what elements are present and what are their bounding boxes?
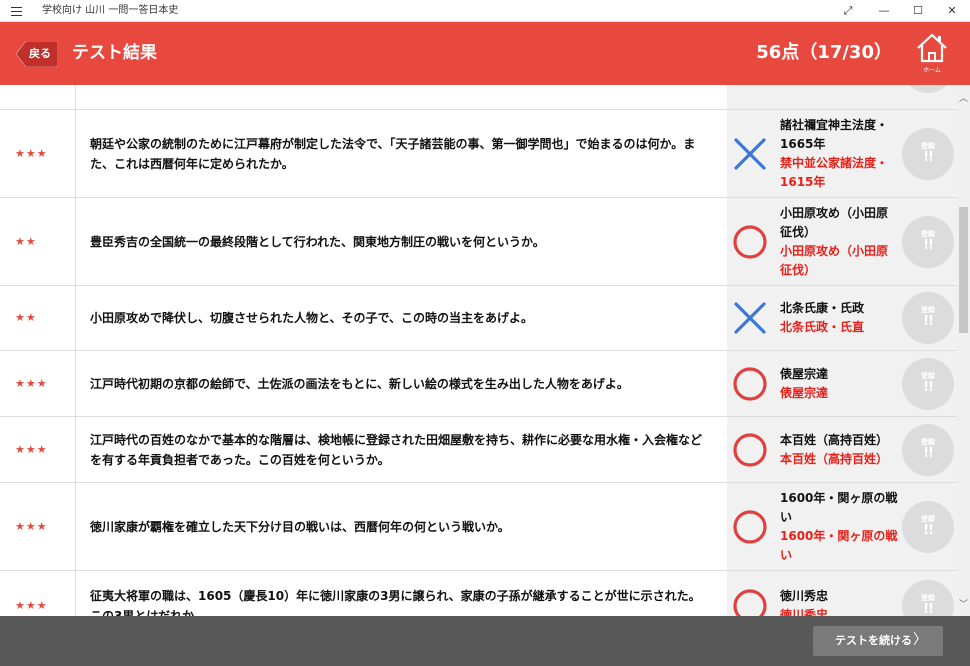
correct-answer: 小田原攻め（小田原征伐） xyxy=(780,243,889,277)
maximize-button[interactable]: ☐ xyxy=(900,0,936,22)
register-button[interactable]: 登録!! xyxy=(902,215,954,268)
difficulty-cell: ★★★ xyxy=(0,110,76,197)
register-button[interactable]: 登録!! xyxy=(902,127,954,180)
register-button[interactable]: 登録!! xyxy=(902,423,954,476)
user-answer: 1600年・関ヶ原の戦い xyxy=(780,490,898,524)
minimize-button[interactable]: — xyxy=(866,0,902,22)
user-answer: 諸社禰宜神主法度・1665年 xyxy=(780,117,889,151)
scrollbar[interactable]: ︿ ﹀ xyxy=(957,85,970,616)
exclamation-icon: !! xyxy=(923,601,934,616)
difficulty-stars: ★★★ xyxy=(15,376,48,390)
exclamation-icon: !! xyxy=(923,445,934,461)
difficulty-stars: ★★ xyxy=(15,234,37,248)
result-row: ★★★ 江戸時代の百姓のなかで基本的な階層は、検地帳に登録された田畑屋敷を持ち、耕… xyxy=(0,417,957,483)
hamburger-menu-icon[interactable] xyxy=(10,4,24,18)
chevron-right-icon: 〉 xyxy=(913,632,927,648)
question-text: 江戸時代初期の京都の絵師で、土佐派の画法をもとに、新しい絵の様式を生み出した人物… xyxy=(90,376,629,391)
difficulty-cell: ★★★ xyxy=(0,571,76,616)
exclamation-icon: !! xyxy=(923,379,934,395)
correct-mark-icon xyxy=(732,366,768,402)
home-button-label: ホーム xyxy=(923,67,941,74)
difficulty-stars: ★★ xyxy=(15,311,37,324)
back-button-label: 戻る xyxy=(29,47,51,60)
difficulty-cell: ★★★ xyxy=(0,417,76,482)
correct-answer: 1600年・関ヶ原の戦い xyxy=(780,528,898,562)
window-title: 学校向け 山川 一問一答日本史 xyxy=(42,5,179,16)
answer-block: 北条氏康・氏政 北条氏政・氏直 xyxy=(780,299,898,337)
result-row: 郡奉行登録!! xyxy=(0,85,957,110)
user-answer: 小田原攻め（小田原征伐） xyxy=(780,205,889,239)
user-answer: 本百姓（高持百姓） xyxy=(780,432,889,447)
correct-mark-icon xyxy=(732,224,768,260)
correct-answer: 本百姓（高持百姓） xyxy=(780,451,889,466)
correct-answer: 俵屋宗達 xyxy=(780,385,829,400)
result-row: ★★★ 朝廷や公家の統制のために江戸幕府が制定した法令で、「天子諸芸能の事、第一御… xyxy=(0,110,957,198)
footer-bar: テストを続ける 〉 xyxy=(0,616,970,666)
question-text: 徳川家康が覇権を確立した天下分け目の戦いは、西暦何年の何という戦いか。 xyxy=(90,519,510,534)
result-list: 郡奉行登録!! ★★★ 朝廷や公家の統制のために江戸幕府が制定した法令で、「天子諸芸… xyxy=(0,85,957,616)
exclamation-icon: !! xyxy=(923,522,934,538)
continue-test-button[interactable]: テストを続ける 〉 xyxy=(813,626,943,656)
result-row: ★★ 豊臣秀吉の全国統一の最終段階として行われた、関東地方制圧の戦いを何というか。… xyxy=(0,198,957,286)
incorrect-mark-icon xyxy=(732,136,768,172)
incorrect-mark-icon xyxy=(732,300,768,336)
difficulty-cell: ★★★ xyxy=(0,351,76,416)
result-row: ★★★ 徳川家康が覇権を確立した天下分け目の戦いは、西暦何年の何という戦いか。 16… xyxy=(0,483,957,571)
question-text: 豊臣秀吉の全国統一の最終段階として行われた、関東地方制圧の戦いを何というか。 xyxy=(90,234,545,249)
difficulty-stars: ★★★ xyxy=(15,598,48,612)
register-button[interactable]: 登録!! xyxy=(902,357,954,410)
register-button[interactable]: 登録!! xyxy=(902,292,954,344)
answer-block: 1600年・関ヶ原の戦い 1600年・関ヶ原の戦い xyxy=(780,489,898,565)
score-display: 56点（17/30） xyxy=(756,42,892,63)
question-text: 征夷大将軍の職は、1605（慶長10）年に徳川家康の3男に譲られ、家康の子孫が継… xyxy=(90,588,701,617)
answer-block: 徳川秀忠 徳川秀忠 xyxy=(780,587,898,617)
result-row: ★★★ 江戸時代初期の京都の絵師で、土佐派の画法をもとに、新しい絵の様式を生み出し… xyxy=(0,351,957,417)
page-title: テスト結果 xyxy=(72,43,157,63)
difficulty-cell: ★★ xyxy=(0,286,76,350)
exclamation-icon: !! xyxy=(923,237,934,253)
correct-mark-icon xyxy=(732,588,768,616)
answer-block: 俵屋宗達 俵屋宗達 xyxy=(780,365,898,403)
question-text: 江戸時代の百姓のなかで基本的な階層は、検地帳に登録された田畑屋敷を持ち、耕作に必… xyxy=(90,432,703,467)
difficulty-cell xyxy=(0,85,76,109)
home-button[interactable]: ホーム xyxy=(914,32,950,76)
difficulty-stars: ★★★ xyxy=(15,519,48,533)
difficulty-cell: ★★ xyxy=(0,198,76,285)
answer-block: 諸社禰宜神主法度・1665年 禁中並公家諸法度・1615年 xyxy=(780,116,898,192)
question-text: 小田原攻めで降伏し、切腹させられた人物と、その子で、この時の当主をあげよ。 xyxy=(90,311,534,325)
answer-block: 小田原攻め（小田原征伐） 小田原攻め（小田原征伐） xyxy=(780,204,898,280)
user-answer: 徳川秀忠 xyxy=(780,588,829,603)
user-answer: 北条氏康・氏政 xyxy=(780,301,865,315)
user-answer: 俵屋宗達 xyxy=(780,366,829,381)
correct-mark-icon xyxy=(732,509,768,545)
restore-icon[interactable]: ⤢ xyxy=(830,0,866,22)
exclamation-icon: !! xyxy=(923,314,934,329)
scrollbar-thumb[interactable] xyxy=(959,207,968,333)
home-icon xyxy=(917,33,947,63)
result-row: ★★ 小田原攻めで降伏し、切腹させられた人物と、その子で、この時の当主をあげよ。北… xyxy=(0,286,957,351)
back-button[interactable]: 戻る xyxy=(16,41,58,67)
continue-test-label: テストを続ける xyxy=(835,634,912,647)
app-header: 戻る テスト結果 56点（17/30） ホーム xyxy=(0,22,970,85)
window-titlebar: 学校向け 山川 一問一答日本史 ⤢ — ☐ ✕ xyxy=(0,0,970,22)
correct-answer: 禁中並公家諸法度・1615年 xyxy=(780,155,889,189)
correct-mark-icon xyxy=(732,432,768,468)
difficulty-cell: ★★★ xyxy=(0,483,76,570)
register-button[interactable]: 登録!! xyxy=(902,500,954,553)
result-row: ★★★ 征夷大将軍の職は、1605（慶長10）年に徳川家康の3男に譲られ、家康の子… xyxy=(0,571,957,616)
scroll-up-icon[interactable]: ︿ xyxy=(957,91,970,104)
difficulty-stars: ★★★ xyxy=(15,146,48,160)
close-button[interactable]: ✕ xyxy=(934,0,970,22)
correct-answer: 北条氏政・氏直 xyxy=(780,320,865,334)
difficulty-stars: ★★★ xyxy=(15,442,48,456)
scroll-down-icon[interactable]: ﹀ xyxy=(957,597,970,610)
exclamation-icon: !! xyxy=(923,149,934,165)
correct-answer: 徳川秀忠 xyxy=(780,607,829,617)
question-text: 朝廷や公家の統制のために江戸幕府が制定した法令で、「天子諸芸能の事、第一御学問也… xyxy=(90,136,696,171)
answer-block: 本百姓（高持百姓） 本百姓（高持百姓） xyxy=(780,431,898,469)
